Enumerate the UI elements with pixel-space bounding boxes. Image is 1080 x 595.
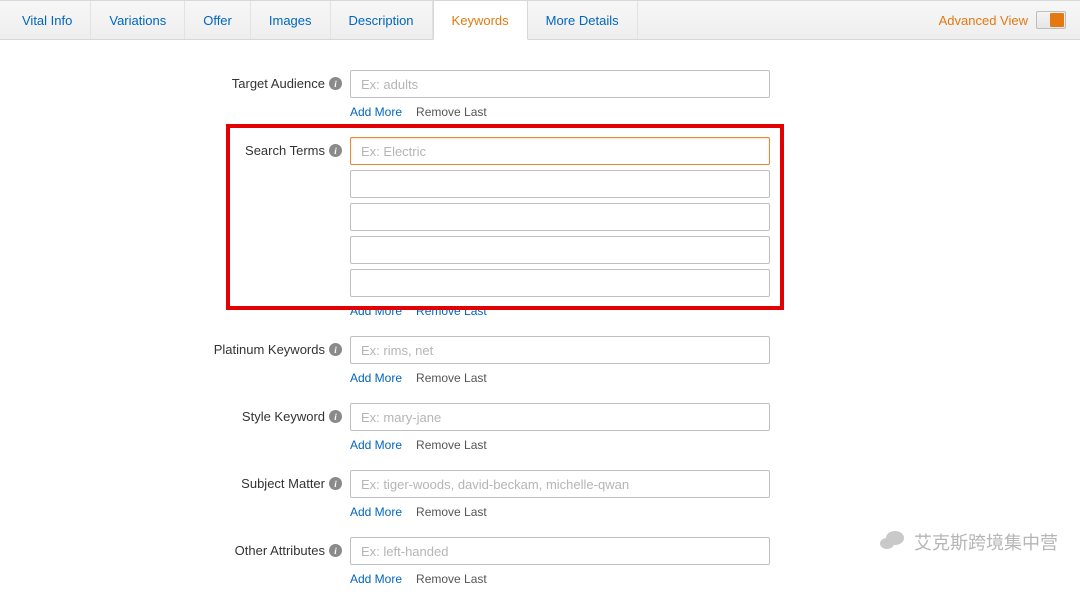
search-terms-input-5[interactable] (350, 269, 770, 297)
field-inputs: Add More Remove Last (350, 135, 770, 330)
info-icon[interactable]: i (329, 410, 342, 423)
link-row: Add More Remove Last (350, 105, 770, 119)
field-label: Other Attributes i (0, 535, 350, 558)
label-text: Style Keyword (242, 409, 325, 424)
tabs-bar: Vital Info Variations Offer Images Descr… (0, 0, 1080, 40)
info-icon[interactable]: i (329, 77, 342, 90)
field-label: Style Keyword i (0, 401, 350, 424)
tab-label: Images (269, 13, 312, 28)
info-icon[interactable]: i (329, 144, 342, 157)
link-row: Add More Remove Last (350, 371, 770, 385)
field-other-attributes: Other Attributes i Add More Remove Last (0, 535, 1080, 595)
advanced-view-toggle-wrap: Advanced View (939, 1, 1080, 39)
tab-label: Keywords (452, 13, 509, 28)
tab-label: Offer (203, 13, 232, 28)
add-more-link[interactable]: Add More (350, 304, 402, 318)
field-inputs: Add More Remove Last (350, 68, 770, 131)
remove-last-link[interactable]: Remove Last (416, 304, 487, 318)
tab-more-details[interactable]: More Details (528, 1, 638, 39)
field-style-keyword: Style Keyword i Add More Remove Last (0, 401, 1080, 464)
field-label: Target Audience i (0, 68, 350, 91)
add-more-link[interactable]: Add More (350, 438, 402, 452)
label-text: Search Terms (245, 143, 325, 158)
target-audience-input[interactable] (350, 70, 770, 98)
label-text: Other Attributes (235, 543, 325, 558)
keywords-form: Target Audience i Add More Remove Last S… (0, 40, 1080, 595)
remove-last-link: Remove Last (416, 371, 487, 385)
field-label: Subject Matter i (0, 468, 350, 491)
subject-matter-input[interactable] (350, 470, 770, 498)
search-terms-input-4[interactable] (350, 236, 770, 264)
info-icon[interactable]: i (329, 477, 342, 490)
other-attributes-input[interactable] (350, 537, 770, 565)
search-terms-input-3[interactable] (350, 203, 770, 231)
tab-label: Vital Info (22, 13, 72, 28)
search-terms-input-2[interactable] (350, 170, 770, 198)
info-icon[interactable]: i (329, 343, 342, 356)
field-inputs: Add More Remove Last (350, 468, 770, 531)
tab-label: Description (349, 13, 414, 28)
add-more-link[interactable]: Add More (350, 105, 402, 119)
tab-keywords[interactable]: Keywords (433, 0, 528, 40)
style-keyword-input[interactable] (350, 403, 770, 431)
field-target-audience: Target Audience i Add More Remove Last (0, 68, 1080, 131)
field-label: Platinum Keywords i (0, 334, 350, 357)
field-platinum-keywords: Platinum Keywords i Add More Remove Last (0, 334, 1080, 397)
field-label: Search Terms i (0, 135, 350, 158)
add-more-link[interactable]: Add More (350, 572, 402, 586)
field-subject-matter: Subject Matter i Add More Remove Last (0, 468, 1080, 531)
tab-variations[interactable]: Variations (91, 1, 185, 39)
link-row: Add More Remove Last (350, 438, 770, 452)
advanced-view-toggle[interactable] (1036, 11, 1066, 29)
tab-label: More Details (546, 13, 619, 28)
tab-offer[interactable]: Offer (185, 1, 251, 39)
info-icon[interactable]: i (329, 544, 342, 557)
add-more-link[interactable]: Add More (350, 505, 402, 519)
advanced-view-label: Advanced View (939, 13, 1028, 28)
field-inputs: Add More Remove Last (350, 334, 770, 397)
platinum-keywords-input[interactable] (350, 336, 770, 364)
field-search-terms: Search Terms i Add More Remove Last (0, 135, 1080, 330)
remove-last-link: Remove Last (416, 572, 487, 586)
link-row: Add More Remove Last (350, 304, 770, 318)
tabs-spacer (638, 1, 939, 39)
add-more-link[interactable]: Add More (350, 371, 402, 385)
remove-last-link: Remove Last (416, 105, 487, 119)
field-inputs: Add More Remove Last (350, 535, 770, 595)
label-text: Platinum Keywords (214, 342, 325, 357)
search-terms-input-1[interactable] (350, 137, 770, 165)
tab-images[interactable]: Images (251, 1, 331, 39)
remove-last-link: Remove Last (416, 505, 487, 519)
link-row: Add More Remove Last (350, 505, 770, 519)
label-text: Subject Matter (241, 476, 325, 491)
link-row: Add More Remove Last (350, 572, 770, 586)
field-inputs: Add More Remove Last (350, 401, 770, 464)
tab-label: Variations (109, 13, 166, 28)
label-text: Target Audience (232, 76, 325, 91)
tab-vital-info[interactable]: Vital Info (4, 1, 91, 39)
tab-description[interactable]: Description (331, 1, 433, 39)
remove-last-link: Remove Last (416, 438, 487, 452)
